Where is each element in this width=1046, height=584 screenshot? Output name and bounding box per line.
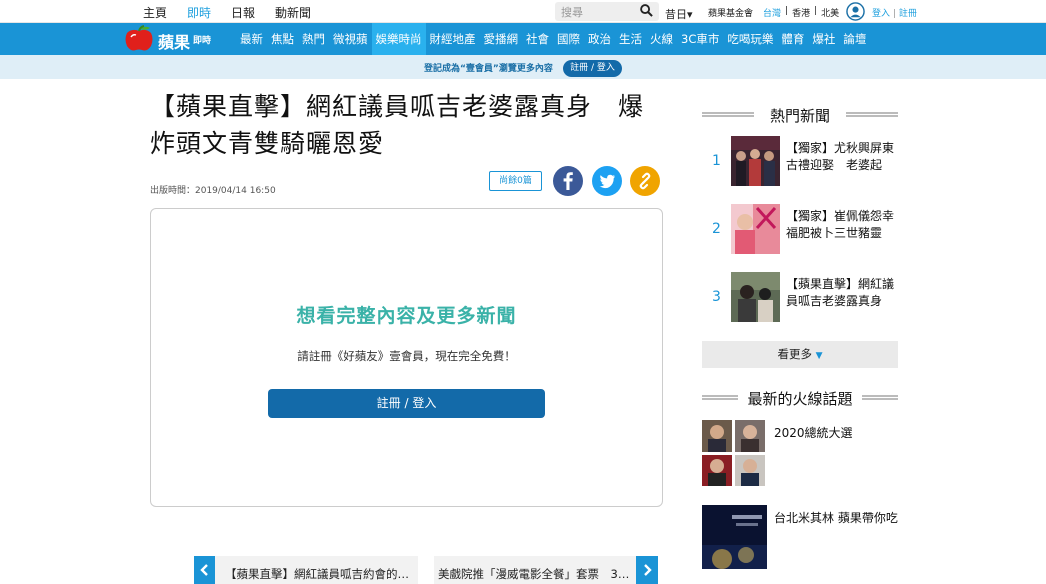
hot-news-thumbnail[interactable] (731, 272, 780, 322)
hot-news-headline[interactable]: 【獨家】尤秋興屏東古禮迎娶 老婆起 (786, 140, 898, 174)
topic-item[interactable]: 2020總統大選 (702, 420, 898, 486)
top-nav-video[interactable]: 動新聞 (275, 4, 311, 21)
search-placeholder: 搜尋 (561, 6, 583, 19)
hot-news-item[interactable]: 3 【蘋果直擊】網紅議員呱吉老婆露真身 (702, 272, 898, 322)
topic-title[interactable]: 台北米其林 蘋果帶你吃 (774, 509, 898, 526)
prev-article-title[interactable]: 【蘋果直擊】網紅議員呱吉約會的… (219, 566, 414, 584)
topic-thumbnail[interactable] (702, 420, 765, 486)
twitter-share-button[interactable] (592, 166, 622, 196)
facebook-icon (563, 172, 573, 190)
search-icon[interactable] (640, 4, 653, 17)
archive-dropdown[interactable]: 昔日▾ (665, 6, 693, 22)
hot-news-rank: 3 (712, 289, 721, 305)
chevron-down-icon: ▼ (815, 351, 823, 361)
next-article-title[interactable]: 美戲院推「漫威電影全餐」套票 3… (438, 566, 632, 582)
search-input[interactable]: 搜尋 (555, 2, 659, 21)
brand-sub: 即時 (193, 36, 212, 46)
see-more-button[interactable]: 看更多 ▼ (702, 341, 898, 368)
nav-item[interactable]: 體育 (777, 23, 808, 55)
hot-news-headline[interactable]: 【獨家】崔佩儀怨幸福肥被卜三世豬靈 (786, 208, 898, 242)
login-link[interactable]: 登入 (872, 9, 890, 19)
prev-article-button[interactable] (194, 556, 215, 584)
top-nav: 主頁 即時 日報 動新聞 (143, 4, 311, 21)
nav-item[interactable]: 火線 (646, 23, 677, 55)
nav-item[interactable]: 財經地產 (426, 23, 480, 55)
foundation-link[interactable]: 蘋果基金會 (708, 6, 753, 19)
publish-time: 出版時間：2019/04/14 16:50 (150, 186, 276, 196)
paywall-text: 請註冊《好蘋友》壹會員，現在完全免費！ (297, 349, 516, 363)
heading-divider (702, 112, 754, 117)
facebook-share-button[interactable] (553, 166, 583, 196)
copy-link-button[interactable] (630, 166, 660, 196)
see-more-label: 看更多 (777, 347, 812, 361)
register-link[interactable]: 註冊 (899, 9, 917, 19)
auth-links: 登入 | 註冊 (872, 6, 917, 19)
nav-item[interactable]: 焦點 (267, 23, 298, 55)
nav-item[interactable]: 政治 (584, 23, 615, 55)
promo-register-button[interactable]: 註冊 / 登入 (563, 60, 622, 77)
paywall-title: 想看完整內容及更多新聞 (296, 305, 517, 327)
hot-news-item[interactable]: 2 【獨家】崔佩儀怨幸福肥被卜三世豬靈 (702, 204, 898, 254)
region-taiwan[interactable]: 台灣 (763, 6, 781, 19)
article-title: 【蘋果直擊】網紅議員呱吉老婆露真身 爆炸頭文青雙騎曬恩愛 (150, 92, 645, 158)
nav-item[interactable]: 國際 (553, 23, 584, 55)
topic-title[interactable]: 2020總統大選 (774, 424, 853, 441)
top-bar: 主頁 即時 日報 動新聞 搜尋 昔日▾ 蘋果基金會 台灣 | 香港 | 北美 登… (0, 0, 1046, 23)
top-nav-home[interactable]: 主頁 (143, 4, 167, 21)
nav-item[interactable]: 論壇 (839, 23, 870, 55)
user-icon[interactable] (846, 2, 865, 21)
nav-item[interactable]: 微視蘋 (329, 23, 372, 55)
nav-item[interactable]: 爆社 (808, 23, 839, 55)
remaining-articles-button[interactable]: 尚餘0篇 (489, 171, 542, 191)
topic-item[interactable]: 台北米其林 蘋果帶你吃 (702, 505, 898, 569)
nav-item[interactable]: 愛播網 (480, 23, 523, 55)
heading-divider (862, 395, 898, 400)
top-nav-daily[interactable]: 日報 (231, 4, 255, 21)
hot-news-thumbnail[interactable] (731, 136, 780, 186)
chevron-left-icon (200, 564, 208, 576)
heading-divider (702, 395, 738, 400)
topic-thumbnail[interactable] (702, 505, 767, 569)
paywall-register-button[interactable]: 註冊 / 登入 (268, 389, 545, 418)
region-hongkong[interactable]: 香港 (792, 6, 810, 19)
link-icon (639, 172, 651, 190)
auth-separator: | (892, 9, 896, 19)
region-separator: | (814, 6, 818, 16)
heading-divider (846, 112, 898, 117)
next-article-button[interactable] (636, 556, 658, 584)
hot-news-headline[interactable]: 【蘋果直擊】網紅議員呱吉老婆露真身 (786, 276, 898, 310)
chevron-right-icon (644, 564, 652, 576)
topics-title: 最新的火線話題 (747, 390, 853, 408)
nav-item[interactable]: 熱門 (298, 23, 329, 55)
nav-item[interactable]: 生活 (615, 23, 646, 55)
hot-news-title: 熱門新聞 (769, 107, 830, 125)
nav-item[interactable]: 社會 (522, 23, 553, 55)
region-northamerica[interactable]: 北美 (821, 6, 839, 19)
paywall-box: 想看完整內容及更多新聞 請註冊《好蘋友》壹會員，現在完全免費！ 註冊 / 登入 (150, 208, 663, 507)
brand-name[interactable]: 蘋果 (158, 29, 190, 53)
nav-item-active[interactable]: 娛樂時尚 (371, 23, 426, 55)
category-nav: 最新 焦點 熱門 微視蘋 娛樂時尚 財經地產 愛播網 社會 國際 政治 生活 火… (236, 23, 870, 55)
region-separator: | (785, 6, 789, 16)
member-promo-bar: 登記成為“壹會員”瀏覽更多內容 註冊 / 登入 (0, 55, 1046, 79)
nav-item[interactable]: 吃喝玩樂 (723, 23, 777, 55)
topics-heading: 最新的火線話題 (702, 388, 898, 409)
hot-news-item[interactable]: 1 【獨家】尤秋興屏東古禮迎娶 老婆起 (702, 136, 898, 186)
nav-item[interactable]: 3C車市 (677, 23, 723, 55)
region-switcher: 台灣 | 香港 | 北美 (763, 6, 839, 19)
hot-news-heading: 熱門新聞 (702, 105, 898, 126)
hot-news-rank: 2 (712, 221, 721, 237)
top-nav-realtime[interactable]: 即時 (187, 4, 211, 21)
twitter-icon (599, 174, 615, 189)
main-nav: 蘋果 即時 最新 焦點 熱門 微視蘋 娛樂時尚 財經地產 愛播網 社會 國際 政… (0, 23, 1046, 55)
hot-news-rank: 1 (712, 153, 721, 169)
nav-item[interactable]: 最新 (236, 23, 267, 55)
hot-news-thumbnail[interactable] (731, 204, 780, 254)
promo-text: 登記成為“壹會員”瀏覽更多內容 (424, 64, 553, 74)
